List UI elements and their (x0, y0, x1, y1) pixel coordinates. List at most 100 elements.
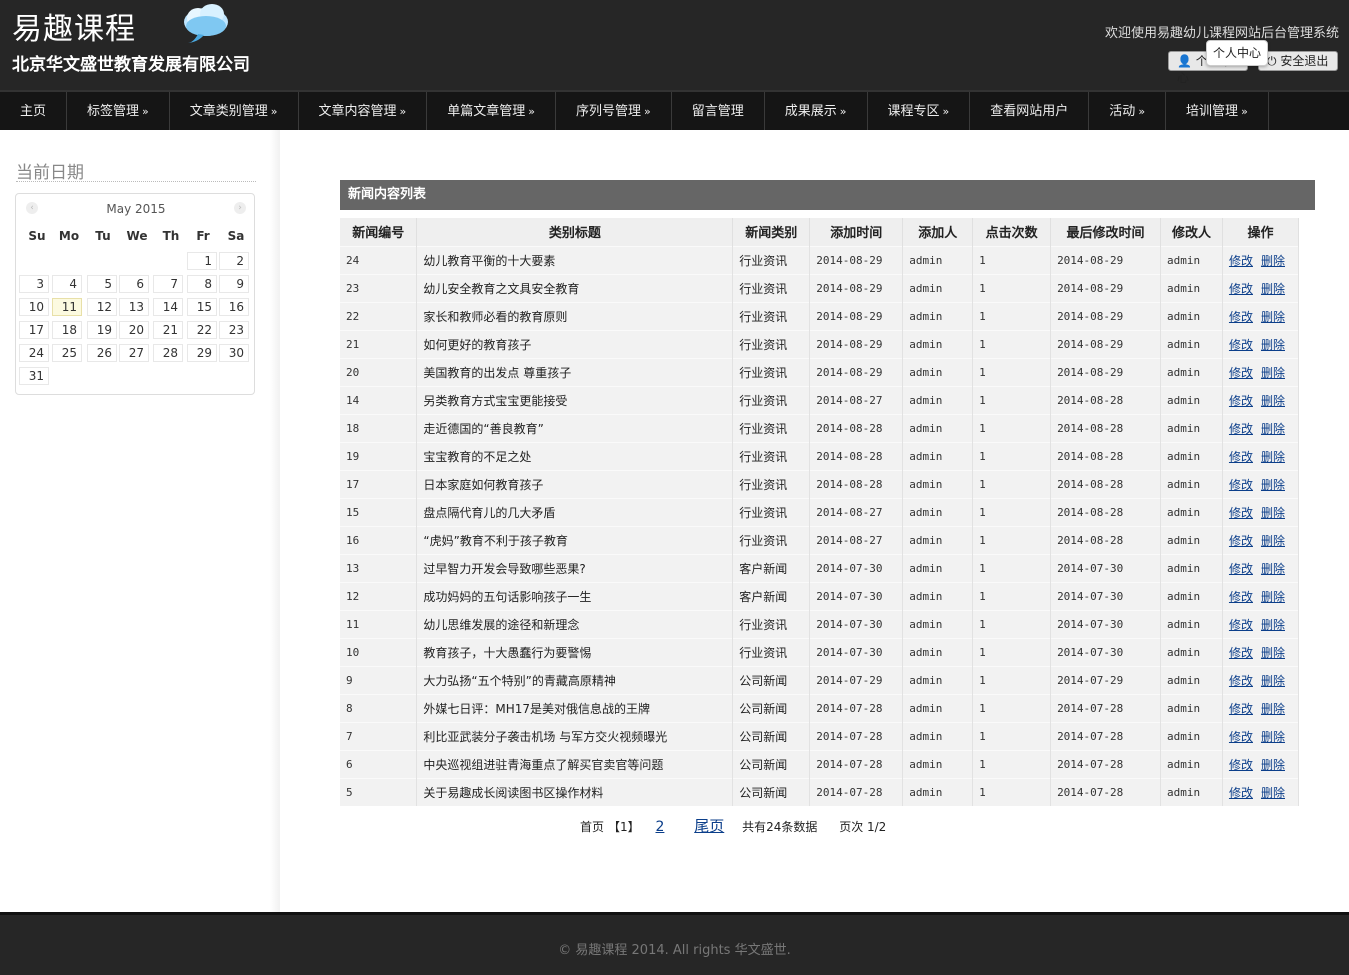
calendar-day[interactable]: 8 (187, 275, 217, 293)
edit-link[interactable]: 修改 (1229, 646, 1253, 660)
delete-link[interactable]: 删除 (1261, 506, 1285, 520)
nav-item[interactable]: 课程专区» (868, 92, 971, 130)
delete-link[interactable]: 删除 (1261, 702, 1285, 716)
calendar-day[interactable]: 9 (219, 275, 249, 293)
delete-link[interactable]: 删除 (1261, 618, 1285, 632)
delete-link[interactable]: 删除 (1261, 338, 1285, 352)
calendar-day[interactable]: 7 (153, 275, 183, 293)
edit-link[interactable]: 修改 (1229, 254, 1253, 268)
nav-item[interactable]: 文章类别管理» (170, 92, 299, 130)
edit-link[interactable]: 修改 (1229, 282, 1253, 296)
edit-link[interactable]: 修改 (1229, 702, 1253, 716)
delete-link[interactable]: 删除 (1261, 646, 1285, 660)
calendar-day[interactable]: 22 (187, 321, 217, 339)
calendar-day[interactable]: 14 (153, 298, 183, 316)
delete-link[interactable]: 删除 (1261, 730, 1285, 744)
calendar-day[interactable]: 6 (119, 275, 149, 293)
nav-item[interactable]: 序列号管理» (556, 92, 672, 130)
calendar-day[interactable]: 16 (219, 298, 249, 316)
next-month-icon[interactable]: › (234, 202, 246, 214)
calendar-day[interactable]: 30 (219, 344, 249, 362)
calendar-day[interactable]: 18 (52, 321, 82, 339)
calendar-day[interactable]: 19 (87, 321, 117, 339)
table-cell: 2014-07-28 (1050, 693, 1161, 722)
calendar-day[interactable]: 3 (19, 275, 49, 293)
table-cell: 外媒七日评：MH17是美对俄信息战的王牌 (416, 693, 734, 722)
delete-link[interactable]: 删除 (1261, 394, 1285, 408)
nav-item[interactable]: 留言管理 (672, 92, 765, 130)
delete-link[interactable]: 删除 (1261, 758, 1285, 772)
delete-link[interactable]: 删除 (1261, 366, 1285, 380)
table-cell: admin (902, 497, 974, 526)
calendar-day[interactable]: 15 (187, 298, 217, 316)
row-actions: 修改 删除 (1222, 525, 1300, 554)
delete-link[interactable]: 删除 (1261, 562, 1285, 576)
edit-link[interactable]: 修改 (1229, 310, 1253, 324)
edit-link[interactable]: 修改 (1229, 422, 1253, 436)
nav-item-label: 文章类别管理 (189, 104, 268, 119)
table-cell: admin (1160, 693, 1223, 722)
calendar-day[interactable]: 10 (19, 298, 49, 316)
edit-link[interactable]: 修改 (1229, 590, 1253, 604)
calendar-day[interactable]: 31 (19, 367, 49, 385)
calendar-day[interactable]: 2 (219, 252, 249, 270)
nav-item[interactable]: 标签管理» (67, 92, 170, 130)
nav-item[interactable]: 成果展示» (765, 92, 868, 130)
calendar-day[interactable]: 13 (119, 298, 149, 316)
calendar-day[interactable]: 1 (187, 252, 217, 270)
nav-item[interactable]: 文章内容管理» (299, 92, 428, 130)
delete-link[interactable]: 删除 (1261, 450, 1285, 464)
edit-link[interactable]: 修改 (1229, 674, 1253, 688)
nav-item[interactable]: 活动» (1089, 92, 1167, 130)
edit-link[interactable]: 修改 (1229, 562, 1253, 576)
delete-link[interactable]: 删除 (1261, 282, 1285, 296)
page-2-link[interactable]: 2 (655, 819, 664, 835)
logout-button-label: 安全退出 (1280, 54, 1329, 68)
nav-item[interactable]: 单篇文章管理» (427, 92, 557, 130)
calendar-day[interactable]: 24 (19, 344, 49, 362)
edit-link[interactable]: 修改 (1229, 450, 1253, 464)
edit-link[interactable]: 修改 (1229, 506, 1253, 520)
delete-link[interactable]: 删除 (1261, 590, 1285, 604)
calendar-day[interactable]: 23 (219, 321, 249, 339)
edit-link[interactable]: 修改 (1229, 366, 1253, 380)
edit-link[interactable]: 修改 (1229, 618, 1253, 632)
calendar-day[interactable]: 29 (187, 344, 217, 362)
table-cell: admin (902, 525, 974, 554)
edit-link[interactable]: 修改 (1229, 338, 1253, 352)
calendar-day[interactable]: 12 (87, 298, 117, 316)
calendar-day[interactable]: 25 (52, 344, 82, 362)
table-cell: admin (902, 637, 974, 666)
edit-link[interactable]: 修改 (1229, 786, 1253, 800)
nav-item[interactable]: 主页 (0, 92, 68, 130)
edit-link[interactable]: 修改 (1229, 478, 1253, 492)
table-cell: 行业资讯 (732, 637, 811, 666)
delete-link[interactable]: 删除 (1261, 478, 1285, 492)
edit-link[interactable]: 修改 (1229, 758, 1253, 772)
last-page-link[interactable]: 尾页 (694, 817, 724, 835)
delete-link[interactable]: 删除 (1261, 422, 1285, 436)
nav-item[interactable]: 培训管理» (1166, 92, 1269, 130)
calendar-day[interactable]: 21 (153, 321, 183, 339)
delete-link[interactable]: 删除 (1261, 310, 1285, 324)
table-cell: 2014-07-30 (809, 609, 904, 638)
calendar-day[interactable]: 20 (119, 321, 149, 339)
delete-link[interactable]: 删除 (1261, 786, 1285, 800)
edit-link[interactable]: 修改 (1229, 394, 1253, 408)
calendar-day[interactable]: 17 (19, 321, 49, 339)
edit-link[interactable]: 修改 (1229, 534, 1253, 548)
logout-button[interactable]: ⏻ 安全退出 (1258, 51, 1338, 71)
edit-link[interactable]: 修改 (1229, 730, 1253, 744)
calendar-day[interactable]: 5 (87, 275, 117, 293)
delete-link[interactable]: 删除 (1261, 254, 1285, 268)
table-cell: 2014-08-28 (809, 413, 904, 442)
calendar-day[interactable]: 26 (87, 344, 117, 362)
delete-link[interactable]: 删除 (1261, 674, 1285, 688)
nav-item[interactable]: 查看网站用户 (970, 92, 1090, 130)
row-actions: 修改 删除 (1222, 329, 1300, 358)
calendar-day[interactable]: 4 (52, 275, 82, 293)
calendar-day[interactable]: 27 (119, 344, 149, 362)
calendar-day-today[interactable]: 11 (52, 298, 82, 316)
delete-link[interactable]: 删除 (1261, 534, 1285, 548)
calendar-day[interactable]: 28 (153, 344, 183, 362)
